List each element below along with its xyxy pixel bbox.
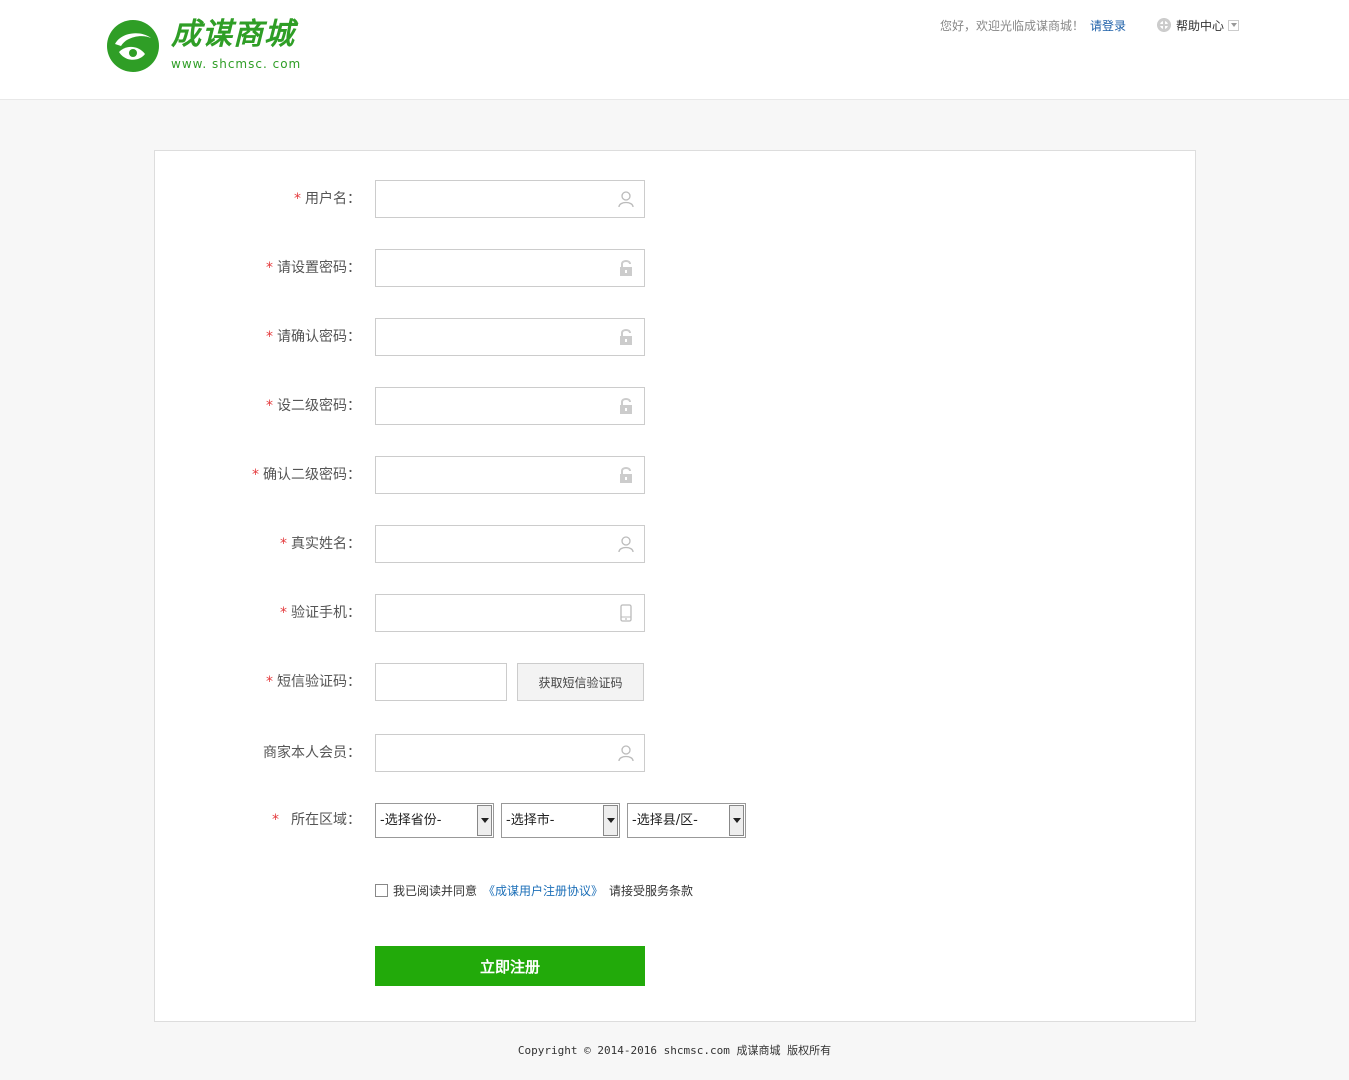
field-label: * 所在区域： <box>272 812 361 828</box>
real-name-field[interactable] <box>375 525 645 563</box>
province-select-value: -选择省份- <box>380 813 442 828</box>
required-mark: * <box>266 260 273 276</box>
form-row-confirm-second-password: * 确认二级密码： <box>155 456 1197 494</box>
referrer-input[interactable] <box>376 735 606 771</box>
required-mark: * <box>266 398 273 414</box>
field-label: * 用户名： <box>294 191 361 207</box>
field-label: * 真实姓名： <box>280 536 361 552</box>
province-select[interactable]: -选择省份- <box>375 803 494 838</box>
logo-url: www. shcmsc. com <box>171 57 302 71</box>
county-select[interactable]: -选择县/区- <box>627 803 746 838</box>
city-select-value: -选择市- <box>506 813 555 828</box>
agreement-prefix: 我已阅读并同意 <box>393 883 478 898</box>
login-link[interactable]: 请登录 <box>1090 17 1126 34</box>
field-label: * 确认二级密码： <box>252 467 361 483</box>
agreement-checkbox[interactable] <box>375 883 388 897</box>
help-globe-icon <box>1156 18 1171 32</box>
footer-copyright: Copyright © 2014-2016 shcmsc.com 成谋商城 版权… <box>517 1044 832 1057</box>
form-row-password: * 请设置密码： <box>155 249 1197 287</box>
user-icon <box>618 536 634 553</box>
form-row-username: * 用户名： <box>155 180 1197 218</box>
required-mark: * <box>266 674 273 690</box>
county-select-value: -选择县/区- <box>632 813 698 828</box>
user-icon <box>618 745 634 762</box>
field-label: * 请设置密码： <box>266 260 361 276</box>
confirm-second-password-field[interactable] <box>375 456 645 494</box>
form-row-region: * 所在区域： -选择省份- -选择市- -选择县/区- <box>155 803 1197 841</box>
required-mark: * <box>294 191 301 207</box>
required-mark: * <box>252 467 259 483</box>
field-label: * 短信验证码： <box>266 674 361 690</box>
confirm-password-input[interactable] <box>376 319 606 355</box>
register-card: * 用户名： * 请设置密码： * 请确认密码： * 设二级密码： * 确认二级密码： *… <box>154 150 1196 1022</box>
help-center-link[interactable]: 帮助中心 <box>1176 17 1224 34</box>
required-mark: * <box>266 329 273 345</box>
lock-icon <box>620 329 632 345</box>
confirm-second-password-input[interactable] <box>376 457 606 493</box>
get-sms-code-button[interactable]: 获取短信验证码 <box>517 663 644 701</box>
site-logo[interactable]: 成谋商城 www. shcmsc. com <box>105 16 320 78</box>
chevron-down-icon[interactable] <box>477 805 492 836</box>
user-icon <box>618 191 634 208</box>
lock-icon <box>620 398 632 414</box>
phone-field[interactable] <box>375 594 645 632</box>
form-row-confirm-password: * 请确认密码： <box>155 318 1197 356</box>
field-label: 商家本人会员： <box>263 745 361 761</box>
agreement-suffix: 请接受服务条款 <box>609 883 694 898</box>
logo-mark-icon <box>107 20 159 72</box>
city-select[interactable]: -选择市- <box>501 803 620 838</box>
required-mark: * <box>280 605 287 621</box>
form-row-sms-code: * 短信验证码： 获取短信验证码 <box>155 663 1197 701</box>
top-bar: 您好，欢迎光临成谋商城！ 请登录 帮助中心 <box>940 16 1239 34</box>
password-field[interactable] <box>375 249 645 287</box>
required-mark: * <box>280 536 287 552</box>
welcome-text: 您好，欢迎光临成谋商城！ <box>939 18 1084 33</box>
register-button[interactable]: 立即注册 <box>375 946 645 986</box>
phone-input[interactable] <box>376 595 606 631</box>
site-header: 成谋商城 www. shcmsc. com 您好，欢迎光临成谋商城！ 请登录 帮… <box>0 0 1349 100</box>
sms-code-field[interactable] <box>375 663 507 701</box>
second-password-field[interactable] <box>375 387 645 425</box>
agreement-link[interactable]: 《成谋用户注册协议》 <box>483 882 603 899</box>
logo-title: 成谋商城 <box>171 17 295 52</box>
password-input[interactable] <box>376 250 606 286</box>
username-input[interactable] <box>376 181 606 217</box>
field-label: * 设二级密码： <box>266 398 361 414</box>
confirm-password-field[interactable] <box>375 318 645 356</box>
form-row-second-password: * 设二级密码： <box>155 387 1197 425</box>
chevron-down-icon[interactable] <box>1228 19 1239 31</box>
agreement-row: 我已阅读并同意 《成谋用户注册协议》 请接受服务条款 <box>375 880 693 900</box>
required-mark: * <box>272 812 279 828</box>
lock-icon <box>620 260 632 276</box>
form-row-referrer: 商家本人会员： <box>155 734 1197 772</box>
field-label: * 验证手机： <box>280 605 361 621</box>
sms-code-input[interactable] <box>376 664 504 700</box>
field-label: * 请确认密码： <box>266 329 361 345</box>
lock-icon <box>620 467 632 483</box>
form-row-real-name: * 真实姓名： <box>155 525 1197 563</box>
username-field[interactable] <box>375 180 645 218</box>
phone-icon <box>620 604 632 622</box>
second-password-input[interactable] <box>376 388 606 424</box>
form-row-phone: * 验证手机： <box>155 594 1197 632</box>
chevron-down-icon[interactable] <box>603 805 618 836</box>
real-name-input[interactable] <box>376 526 606 562</box>
chevron-down-icon[interactable] <box>729 805 744 836</box>
referrer-field[interactable] <box>375 734 645 772</box>
